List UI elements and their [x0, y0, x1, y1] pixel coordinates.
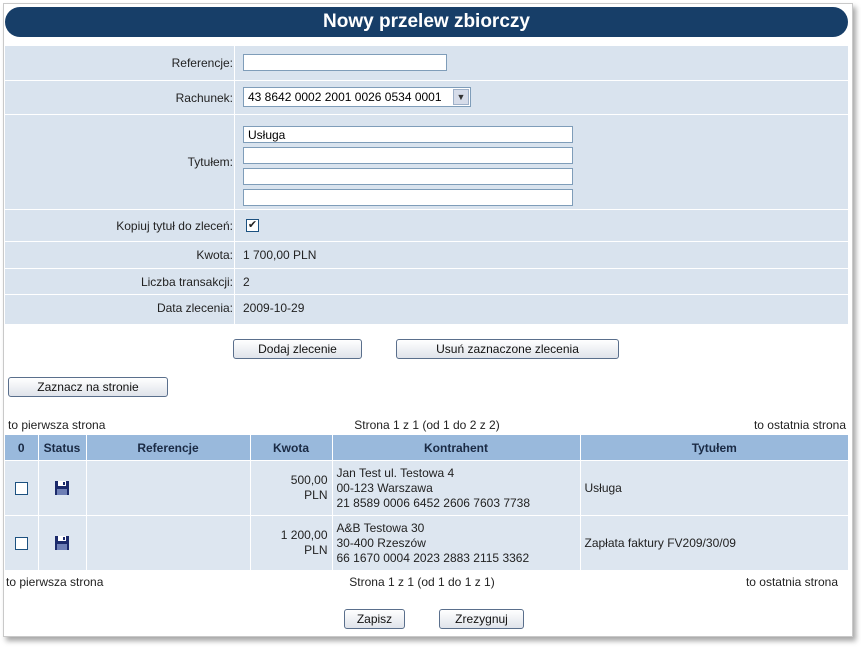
pager-bottom-last-link[interactable]: to ostatnia strona	[746, 575, 838, 589]
rachunek-label: Rachunek:	[175, 91, 233, 105]
chevron-down-icon[interactable]: ▼	[453, 89, 469, 105]
kontrahent-name: A&B Testowa 30	[336, 520, 425, 535]
table-row: 1 200,00 PLN A&B Testowa 30 30-400 Rzesz…	[5, 515, 848, 570]
kwota-value: 1 700,00 PLN	[243, 248, 317, 262]
referencje-cell	[86, 460, 251, 516]
delete-selected-orders-button[interactable]: Usuń zaznaczone zlecenia	[396, 339, 619, 359]
header-kwota[interactable]: Kwota	[250, 435, 333, 461]
checkmark-icon: ✔	[247, 219, 258, 231]
row-select-cell	[5, 515, 39, 570]
data-value: 2009-10-29	[243, 301, 305, 315]
floppy-disk-icon[interactable]	[55, 481, 69, 496]
kontrahent-cell: Jan Test ul. Testowa 4 00-123 Warszawa 2…	[332, 460, 581, 516]
pager-bottom-info: Strona 1 z 1 (od 1 do 1 z 1)	[349, 575, 495, 589]
pager-bottom: Strona 1 z 1 (od 1 do 1 z 1) to pierwsza…	[6, 575, 838, 589]
kontrahent-account: 66 1670 0004 2023 2883 2115 3362	[336, 550, 530, 565]
floppy-disk-icon[interactable]	[55, 536, 69, 551]
status-cell	[38, 460, 87, 516]
form-row-liczba: Liczba transakcji: 2	[5, 268, 848, 295]
kontrahent-name: Jan Test ul. Testowa 4	[336, 465, 455, 480]
add-order-button[interactable]: Dodaj zlecenie	[233, 339, 362, 359]
form-row-tytulem: Tytułem:	[5, 114, 848, 210]
liczba-label: Liczba transakcji:	[140, 275, 233, 289]
liczba-value: 2	[243, 275, 250, 289]
referencje-input[interactable]	[243, 54, 447, 71]
tytulem-input-line-3[interactable]	[243, 168, 573, 185]
kontrahent-city: 30-400 Rzeszów	[336, 535, 426, 550]
header-tytulem[interactable]: Tytułem	[580, 435, 848, 461]
tytulem-label: Tytułem:	[187, 155, 233, 169]
tytulem-input-line-1[interactable]	[243, 126, 573, 143]
account-select-value: 43 8642 0002 2001 0026 0534 0001	[248, 90, 442, 104]
pager-top-first-link[interactable]: to pierwsza strona	[8, 418, 105, 432]
tytulem-cell: Zapłata faktury FV209/30/09	[580, 515, 848, 570]
kontrahent-cell: A&B Testowa 30 30-400 Rzeszów 66 1670 00…	[332, 515, 581, 570]
kwota-currency: PLN	[304, 543, 328, 557]
header-referencje[interactable]: Referencje	[86, 435, 251, 461]
status-cell	[38, 515, 87, 570]
pager-bottom-first-link[interactable]: to pierwsza strona	[6, 575, 103, 589]
form-row-rachunek: Rachunek: 43 8642 0002 2001 0026 0534 00…	[5, 80, 848, 115]
kwota-cell: 1 200,00 PLN	[250, 515, 333, 570]
form-row-kwota: Kwota: 1 700,00 PLN	[5, 241, 848, 269]
pager-top-last-link[interactable]: to ostatnia strona	[754, 418, 846, 432]
tytulem-input-line-4[interactable]	[243, 189, 573, 206]
row-checkbox[interactable]	[14, 482, 28, 495]
kontrahent-city: 00-123 Warszawa	[336, 480, 433, 495]
kontrahent-account: 21 8589 0006 6452 2606 7603 7738	[336, 495, 531, 510]
form-row-referencje: Referencje:	[5, 46, 848, 81]
data-label: Data zlecenia:	[156, 301, 233, 315]
header-kontrahent[interactable]: Kontrahent	[332, 435, 581, 461]
transfer-form: Referencje: Rachunek: 43 8642 0002 2001 …	[5, 46, 848, 324]
header-status[interactable]: Status	[38, 435, 87, 461]
row-checkbox[interactable]	[14, 537, 28, 550]
row-select-cell	[5, 460, 39, 516]
header-select[interactable]: 0	[5, 435, 39, 461]
kopiuj-label: Kopiuj tytuł do zleceń:	[116, 219, 233, 233]
form-row-data: Data zlecenia: 2009-10-29	[5, 294, 848, 324]
referencje-cell	[86, 515, 251, 570]
kwota-currency: PLN	[304, 488, 328, 502]
copy-title-checkbox[interactable]: ✔	[246, 219, 259, 232]
pager-top: Strona 1 z 1 (od 1 do 2 z 2) to pierwsza…	[8, 418, 846, 432]
pager-top-info: Strona 1 z 1 (od 1 do 2 z 2)	[354, 418, 500, 432]
kwota-amount: 500,00	[290, 473, 328, 487]
tytulem-input-line-2[interactable]	[243, 147, 573, 164]
select-on-page-button[interactable]: Zaznacz na stronie	[8, 377, 168, 397]
save-button[interactable]: Zapisz	[344, 609, 405, 629]
referencje-label: Referencje:	[171, 56, 233, 70]
table-row: 500,00 PLN Jan Test ul. Testowa 4 00-123…	[5, 460, 848, 516]
form-row-kopiuj: Kopiuj tytuł do zleceń: ✔	[5, 209, 848, 242]
tytulem-cell: Usługa	[580, 460, 848, 516]
window-frame: Nowy przelew zbiorczy Referencje: Rachun…	[3, 3, 853, 637]
kwota-amount: 1 200,00	[280, 528, 328, 542]
orders-table: 0 Status Referencje Kwota Kontrahent Tyt…	[5, 435, 848, 570]
kwota-label: Kwota:	[196, 248, 233, 262]
table-header-row: 0 Status Referencje Kwota Kontrahent Tyt…	[5, 435, 848, 461]
kwota-cell: 500,00 PLN	[250, 460, 333, 516]
account-select[interactable]: 43 8642 0002 2001 0026 0534 0001 ▼	[243, 87, 471, 107]
cancel-button[interactable]: Zrezygnuj	[439, 609, 524, 629]
page-title: Nowy przelew zbiorczy	[5, 7, 848, 37]
